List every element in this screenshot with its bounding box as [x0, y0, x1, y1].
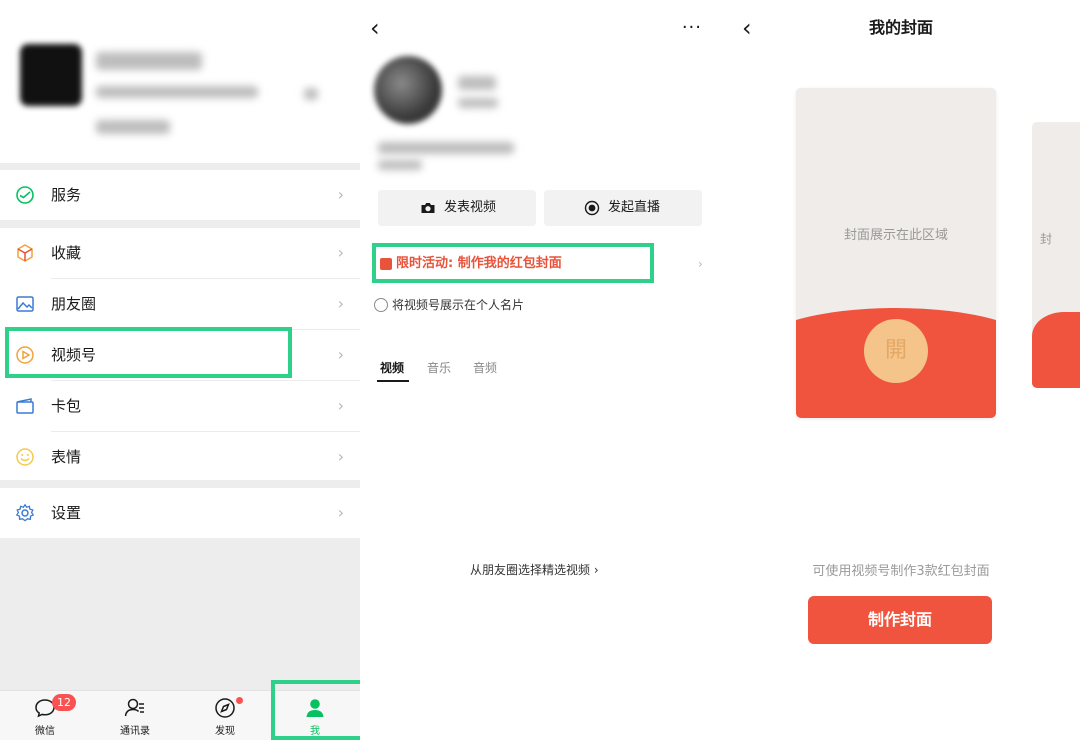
- page-title: 我的封面: [868, 18, 933, 37]
- menu-label: 收藏: [51, 244, 82, 262]
- profile-header[interactable]: [0, 0, 360, 163]
- menu-label: 设置: [51, 504, 82, 522]
- live-record-icon: [584, 200, 600, 216]
- blurred-channel-name: [458, 76, 496, 90]
- chevron-right-icon: ›: [337, 447, 344, 466]
- menu-label: 服务: [51, 186, 82, 204]
- tab-label: 通讯录: [120, 726, 150, 737]
- button-label: 发表视频: [444, 200, 497, 215]
- start-live-button[interactable]: 发起直播: [544, 190, 702, 226]
- menu-item-moments[interactable]: 朋友圈 ›: [0, 279, 360, 329]
- chevron-right-icon: ›: [337, 396, 344, 415]
- button-label: 发起直播: [608, 200, 661, 215]
- blurred-channel-desc: [378, 142, 514, 154]
- channel-avatar[interactable]: [374, 56, 442, 124]
- option-label: 将视频号展示在个人名片: [392, 298, 525, 312]
- avatar[interactable]: [20, 44, 82, 106]
- menu-item-favorites[interactable]: 收藏 ›: [0, 228, 360, 278]
- unread-badge: 12: [52, 694, 76, 711]
- cover-placeholder-text: 封: [1040, 232, 1053, 246]
- menu-item-settings[interactable]: 设置 ›: [0, 488, 360, 538]
- gear-icon: [15, 503, 35, 522]
- blurred-status: [96, 120, 170, 134]
- menu-label: 卡包: [51, 397, 82, 415]
- chevron-right-icon: ›: [698, 257, 703, 271]
- cover-page: ‹ 我的封面 封面展示在此区域 開 封 可使用视频号制作3款红包封面 制作封面: [722, 0, 1080, 740]
- picture-icon: [16, 296, 34, 312]
- menu-item-cards[interactable]: 卡包 ›: [0, 381, 360, 431]
- tab-music[interactable]: 音乐: [427, 358, 451, 378]
- chevron-right-icon: ›: [337, 294, 344, 313]
- menu-label: 表情: [51, 448, 82, 466]
- tab-discover[interactable]: 发现: [180, 691, 270, 740]
- cover-quota-hint: 可使用视频号制作3款红包封面: [812, 564, 990, 579]
- next-envelope-preview[interactable]: 封: [1032, 122, 1080, 388]
- menu-item-stickers[interactable]: 表情 ›: [0, 432, 360, 482]
- blurred-channel-stats: [378, 160, 422, 170]
- compass-icon: [215, 698, 235, 718]
- active-tab-indicator: [377, 380, 409, 382]
- make-cover-button[interactable]: 制作封面: [808, 596, 992, 644]
- red-envelope-cover-preview[interactable]: 封面展示在此区域 開: [796, 88, 996, 418]
- tab-chats[interactable]: 12 微信: [0, 691, 90, 740]
- menu-item-services[interactable]: 服务 ›: [0, 170, 360, 220]
- highlight-me-tab: [271, 680, 360, 740]
- highlight-channels: [5, 327, 292, 378]
- highlight-promo: [372, 243, 654, 283]
- smiley-icon: [16, 448, 34, 466]
- contacts-icon: [124, 698, 144, 717]
- envelope-flap: [1032, 312, 1080, 388]
- open-seal-icon: 開: [864, 319, 928, 383]
- new-dot: [236, 697, 243, 704]
- services-group: 服务 ›: [0, 170, 360, 220]
- chevron-right-icon: ›: [337, 503, 344, 522]
- tab-label: 微信: [35, 726, 55, 737]
- radio-button[interactable]: [374, 298, 388, 312]
- blurred-nickname: [96, 52, 202, 70]
- qr-code-icon[interactable]: [304, 88, 318, 100]
- chevron-right-icon: ›: [337, 185, 344, 204]
- tab-label: 发现: [215, 726, 235, 737]
- tab-audio[interactable]: 音频: [473, 358, 497, 378]
- camera-icon: [421, 203, 435, 213]
- chevron-right-icon: ›: [337, 243, 344, 262]
- tab-contacts[interactable]: 通讯录: [90, 691, 180, 740]
- blurred-wechat-id: [96, 86, 258, 98]
- settings-group: 设置 ›: [0, 488, 360, 538]
- menu-label: 朋友圈: [51, 295, 97, 313]
- me-page: 服务 › 收藏 › 朋友圈 › 视频号 › 卡包 › 表情 › 设置 › 12 …: [0, 0, 360, 740]
- services-icon: [16, 186, 34, 204]
- cube-icon: [17, 244, 33, 262]
- cover-placeholder-text: 封面展示在此区域: [843, 228, 948, 243]
- wallet-card-icon: [16, 398, 34, 414]
- chevron-right-icon: ›: [337, 345, 344, 364]
- select-from-moments-link[interactable]: 从朋友圈选择精选视频 ›: [470, 560, 599, 580]
- post-video-button[interactable]: 发表视频: [378, 190, 536, 226]
- more-icon[interactable]: ···: [682, 14, 702, 42]
- blurred-channel-info: [458, 98, 498, 108]
- back-icon[interactable]: ‹: [370, 14, 390, 42]
- channels-page: ‹ ··· 发表视频 发起直播 限时活动: 制作我的红包封面 › 将视频号展示在…: [360, 0, 722, 740]
- tab-video[interactable]: 视频: [380, 358, 404, 378]
